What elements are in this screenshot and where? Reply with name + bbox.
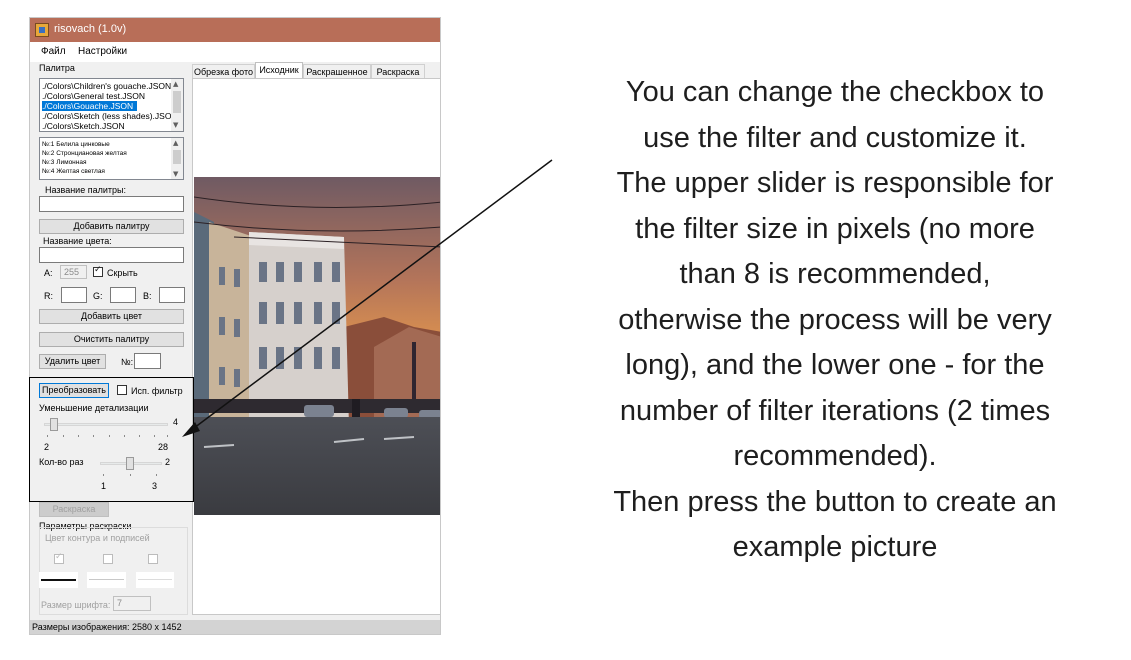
number-field[interactable] xyxy=(135,359,160,373)
annotation-text: You can change the checkbox to use the f… xyxy=(560,70,1110,571)
city-sunset-photo xyxy=(194,177,440,515)
alpha-input[interactable]: 255 xyxy=(60,265,87,279)
color-list-scrollbar[interactable]: ▲ ▼ xyxy=(171,138,183,179)
status-bar: Размеры изображения: 2580 x 1452 xyxy=(30,620,440,634)
tab-strip: Обрезка фото Исходник Раскрашенное Раскр… xyxy=(192,62,440,79)
annotation-line: You can change the checkbox to xyxy=(625,76,1045,108)
annotation-line: The upper slider is responsible for xyxy=(616,167,1054,199)
annotation-line: number of filter iterations (2 times xyxy=(619,394,1051,427)
color-list-item[interactable]: №:2 Стронциановая желтая xyxy=(42,150,127,157)
red-input[interactable] xyxy=(61,287,87,307)
scroll-thumb[interactable] xyxy=(173,150,181,164)
scroll-down-icon[interactable]: ▼ xyxy=(173,121,178,129)
annotation-line: example picture xyxy=(732,531,938,563)
green-input[interactable] xyxy=(110,287,136,307)
outline-checkbox-3[interactable] xyxy=(148,554,158,564)
hide-checkbox[interactable] xyxy=(93,265,103,277)
annotation-line: long), and the lower one - for the xyxy=(625,349,1045,381)
red-field[interactable] xyxy=(62,293,86,307)
annotation-line: Then press the button to create an xyxy=(613,485,1057,518)
palette-name-input[interactable] xyxy=(39,196,184,216)
color-name-label: Название цвета: xyxy=(43,236,112,246)
filter-highlight-box xyxy=(29,377,194,502)
alpha-label: A: xyxy=(44,268,53,278)
palette-name-label: Название палитры: xyxy=(45,185,126,195)
scroll-up-icon[interactable]: ▲ xyxy=(173,80,178,88)
palette-file-item[interactable]: ./Colors\Sketch (less shades).JSO xyxy=(42,111,171,121)
palette-file-scrollbar[interactable]: ▲ ▼ xyxy=(171,79,183,131)
palette-file-item[interactable]: ./Colors\Sketch.JSON xyxy=(42,121,125,131)
palette-color-list[interactable]: №:1 Белила цинковые №:2 Стронциановая же… xyxy=(39,137,184,180)
tab-colored[interactable]: Раскрашенное xyxy=(303,64,371,79)
tab-crop-photo[interactable]: Обрезка фото xyxy=(192,64,255,79)
scroll-down-icon[interactable]: ▼ xyxy=(173,170,178,178)
palette-file-item[interactable]: ./Colors\Children's gouache.JSON xyxy=(42,81,171,91)
window-title: risovach (1.0v) xyxy=(54,23,127,35)
palette-group-label: Палитра xyxy=(39,63,75,73)
title-bar[interactable]: risovach (1.0v) xyxy=(30,18,440,42)
outline-checkbox-2[interactable] xyxy=(103,554,113,564)
font-size-value: 7 xyxy=(117,598,123,608)
alpha-value: 255 xyxy=(64,267,80,277)
status-text: Размеры изображения: 2580 x 1452 xyxy=(32,622,182,632)
palette-file-item-selected[interactable]: ./Colors\Gouache.JSON xyxy=(42,101,138,111)
palette-file-list[interactable]: ./Colors\Children's gouache.JSON ./Color… xyxy=(39,78,184,132)
blue-field[interactable] xyxy=(160,293,184,307)
palette-file-item[interactable]: ./Colors\General test.JSON xyxy=(42,91,145,101)
annotation-line: use the filter and customize it. xyxy=(643,121,1027,154)
green-label: G: xyxy=(93,291,103,301)
annotation-line: otherwise the process will be very xyxy=(618,303,1052,336)
blue-input[interactable] xyxy=(159,287,185,307)
outline-checkbox-1[interactable] xyxy=(54,552,64,564)
outline-color-label: Цвет контура и подписей xyxy=(45,533,150,543)
scroll-thumb[interactable] xyxy=(173,91,181,113)
font-size-input[interactable]: 7 xyxy=(113,596,151,611)
clear-palette-button[interactable]: Очистить палитру xyxy=(39,332,184,347)
add-color-button[interactable]: Добавить цвет xyxy=(39,309,184,324)
line-sample-3[interactable] xyxy=(136,572,174,588)
source-image xyxy=(194,177,440,515)
tab-source[interactable]: Исходник xyxy=(255,62,303,79)
line-sample-1[interactable] xyxy=(39,572,78,588)
annotation-line: recommended). xyxy=(733,440,937,472)
menu-bar: Файл Настройки xyxy=(30,42,440,62)
blue-label: B: xyxy=(143,291,152,301)
color-name-input[interactable] xyxy=(39,247,184,267)
number-input[interactable] xyxy=(134,353,161,373)
color-list-item[interactable]: №:3 Лимонная xyxy=(42,159,87,166)
number-label: №: xyxy=(121,357,134,367)
annotation-line: than 8 is recommended, xyxy=(679,258,991,290)
font-size-label: Размер шрифта: xyxy=(41,600,111,610)
app-icon xyxy=(35,23,49,37)
add-palette-button[interactable]: Добавить палитру xyxy=(39,219,184,234)
color-list-item[interactable]: №:1 Белила цинковые xyxy=(42,141,110,148)
menu-file[interactable]: Файл xyxy=(41,46,66,57)
annotation-line: the filter size in pixels (no more xyxy=(635,212,1035,245)
green-field[interactable] xyxy=(111,293,135,307)
palette-name-field[interactable] xyxy=(40,202,183,216)
red-label: R: xyxy=(44,291,53,301)
line-sample-2[interactable] xyxy=(87,572,126,588)
scroll-up-icon[interactable]: ▲ xyxy=(173,139,178,147)
coloring-button[interactable]: Раскраска xyxy=(39,502,109,517)
menu-settings[interactable]: Настройки xyxy=(78,46,127,57)
tab-coloring-page[interactable]: Раскраска xyxy=(371,64,425,79)
app-window: risovach (1.0v) Файл Настройки Палитра .… xyxy=(29,17,441,635)
delete-color-button[interactable]: Удалить цвет xyxy=(39,354,106,369)
hide-label: Скрыть xyxy=(107,268,138,278)
color-list-item[interactable]: №:4 Желтая светлая xyxy=(42,168,105,175)
